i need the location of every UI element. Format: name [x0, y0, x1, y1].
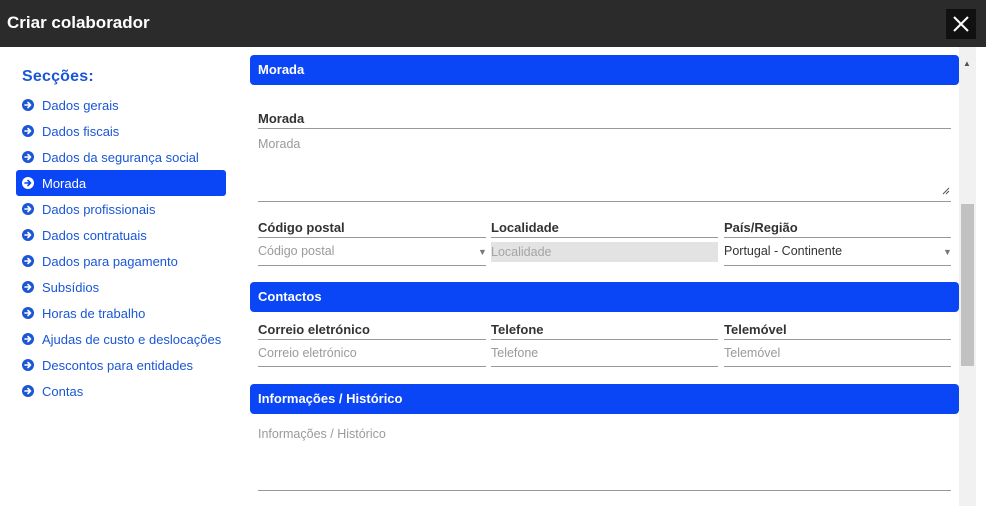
- sections-heading: Secções:: [22, 68, 94, 85]
- sidebar-item-label: Subsídios: [42, 279, 100, 295]
- sidebar-item-label: Horas de trabalho: [42, 305, 146, 321]
- sidebar-item-dados-contratuais[interactable]: Dados contratuais: [16, 222, 226, 248]
- arrow-circle-right-icon: [22, 203, 34, 215]
- sidebar-item-label: Descontos para entidades: [42, 357, 194, 373]
- country-select[interactable]: Portugal - Continente ▼: [724, 238, 952, 265]
- sidebar-item-label: Dados para pagamento: [42, 253, 178, 269]
- email-placeholder: Correio eletrónico: [258, 346, 357, 360]
- phone-label: Telefone: [491, 322, 544, 337]
- locality-label-divider: [491, 237, 718, 238]
- postal-code-label: Código postal: [258, 220, 345, 235]
- sidebar-item-dados-fiscais[interactable]: Dados fiscais: [16, 118, 226, 144]
- sidebar-item-subsidios[interactable]: Subsídios: [16, 274, 226, 300]
- scrollbar-thumb[interactable]: [961, 204, 974, 366]
- email-field[interactable]: Correio eletrónico: [258, 340, 486, 366]
- dialog-title: Criar colaborador: [7, 13, 150, 32]
- scroll-up-arrow-icon[interactable]: ▲: [963, 59, 971, 68]
- sidebar-item-dados-profissionais[interactable]: Dados profissionais: [16, 196, 226, 222]
- arrow-circle-right-icon: [22, 255, 34, 267]
- email-underline: [258, 366, 486, 367]
- address-textarea[interactable]: Morada: [258, 129, 951, 201]
- sidebar-item-descontos-para-entidades[interactable]: Descontos para entidades: [16, 352, 226, 378]
- mobile-label: Telemóvel: [724, 322, 787, 337]
- sidebar-item-dados-para-pagamento[interactable]: Dados para pagamento: [16, 248, 226, 274]
- locality-input: Localidade: [491, 242, 718, 262]
- mobile-underline: [724, 366, 951, 367]
- sections-sidebar: Secções: Dados gerais Dados fiscais Dados …: [0, 47, 240, 506]
- arrow-circle-right-icon: [22, 333, 34, 345]
- sidebar-item-label: Dados profissionais: [42, 201, 156, 217]
- section-header-morada: Morada: [250, 55, 959, 85]
- sidebar-item-dados-gerais[interactable]: Dados gerais: [16, 92, 226, 118]
- postal-code-select[interactable]: Código postal ▼: [258, 238, 487, 265]
- postal-code-underline: [258, 265, 486, 266]
- sidebar-item-label: Dados gerais: [42, 97, 119, 113]
- info-textarea[interactable]: Informações / Histórico: [258, 417, 951, 490]
- country-value: Portugal - Continente: [724, 244, 843, 258]
- sidebar-item-label: Contas: [42, 383, 84, 399]
- chevron-down-icon: ▼: [943, 247, 952, 257]
- arrow-circle-right-icon: [22, 385, 34, 397]
- arrow-circle-right-icon: [22, 229, 34, 241]
- sidebar-item-morada[interactable]: Morada: [16, 170, 226, 196]
- arrow-circle-right-icon: [22, 307, 34, 319]
- sidebar-item-label: Dados contratuais: [42, 227, 147, 243]
- dialog-titlebar: Criar colaborador: [0, 0, 986, 47]
- form-content: Morada Morada Morada Código postal Local…: [250, 47, 959, 506]
- sidebar-item-ajudas-de-custo-e-deslocacoes[interactable]: Ajudas de custo e deslocações: [16, 326, 226, 352]
- sidebar-item-label: Ajudas de custo e deslocações: [42, 331, 222, 347]
- postal-code-placeholder: Código postal: [258, 244, 335, 258]
- locality-label: Localidade: [491, 220, 559, 235]
- section-header-contactos: Contactos: [250, 282, 959, 312]
- mobile-field[interactable]: Telemóvel: [724, 340, 951, 366]
- locality-placeholder: Localidade: [491, 245, 552, 259]
- address-field-underline: [258, 201, 951, 202]
- arrow-circle-right-icon: [22, 151, 34, 163]
- close-icon: [953, 16, 969, 32]
- sidebar-item-label: Dados fiscais: [42, 123, 120, 139]
- resize-handle-icon[interactable]: [942, 187, 950, 195]
- sidebar-item-label: Morada: [42, 175, 87, 191]
- phone-field[interactable]: Telefone: [491, 340, 718, 366]
- address-label: Morada: [258, 111, 305, 126]
- info-underline: [258, 490, 951, 491]
- address-placeholder: Morada: [258, 137, 301, 151]
- chevron-down-icon: ▼: [478, 247, 487, 257]
- sidebar-item-contas[interactable]: Contas: [16, 378, 226, 404]
- arrow-circle-right-icon: [22, 125, 34, 137]
- country-label: País/Região: [724, 220, 798, 235]
- arrow-circle-right-icon: [22, 359, 34, 371]
- phone-underline: [491, 366, 718, 367]
- arrow-circle-right-icon: [22, 177, 34, 189]
- info-placeholder: Informações / Histórico: [258, 427, 386, 441]
- close-button[interactable]: [946, 9, 976, 39]
- mobile-placeholder: Telemóvel: [724, 346, 781, 360]
- country-underline: [724, 265, 951, 266]
- arrow-circle-right-icon: [22, 281, 34, 293]
- sidebar-item-horas-de-trabalho[interactable]: Horas de trabalho: [16, 300, 226, 326]
- content-scrollbar[interactable]: ▲: [959, 47, 976, 506]
- section-header-info: Informações / Histórico: [250, 384, 959, 414]
- email-label: Correio eletrónico: [258, 322, 370, 337]
- phone-placeholder: Telefone: [491, 346, 539, 360]
- arrow-circle-right-icon: [22, 99, 34, 111]
- sidebar-item-label: Dados da segurança social: [42, 149, 199, 165]
- sections-nav: Dados gerais Dados fiscais Dados da segura…: [16, 92, 226, 404]
- sidebar-item-dados-da-seguranca-social[interactable]: Dados da segurança social: [16, 144, 226, 170]
